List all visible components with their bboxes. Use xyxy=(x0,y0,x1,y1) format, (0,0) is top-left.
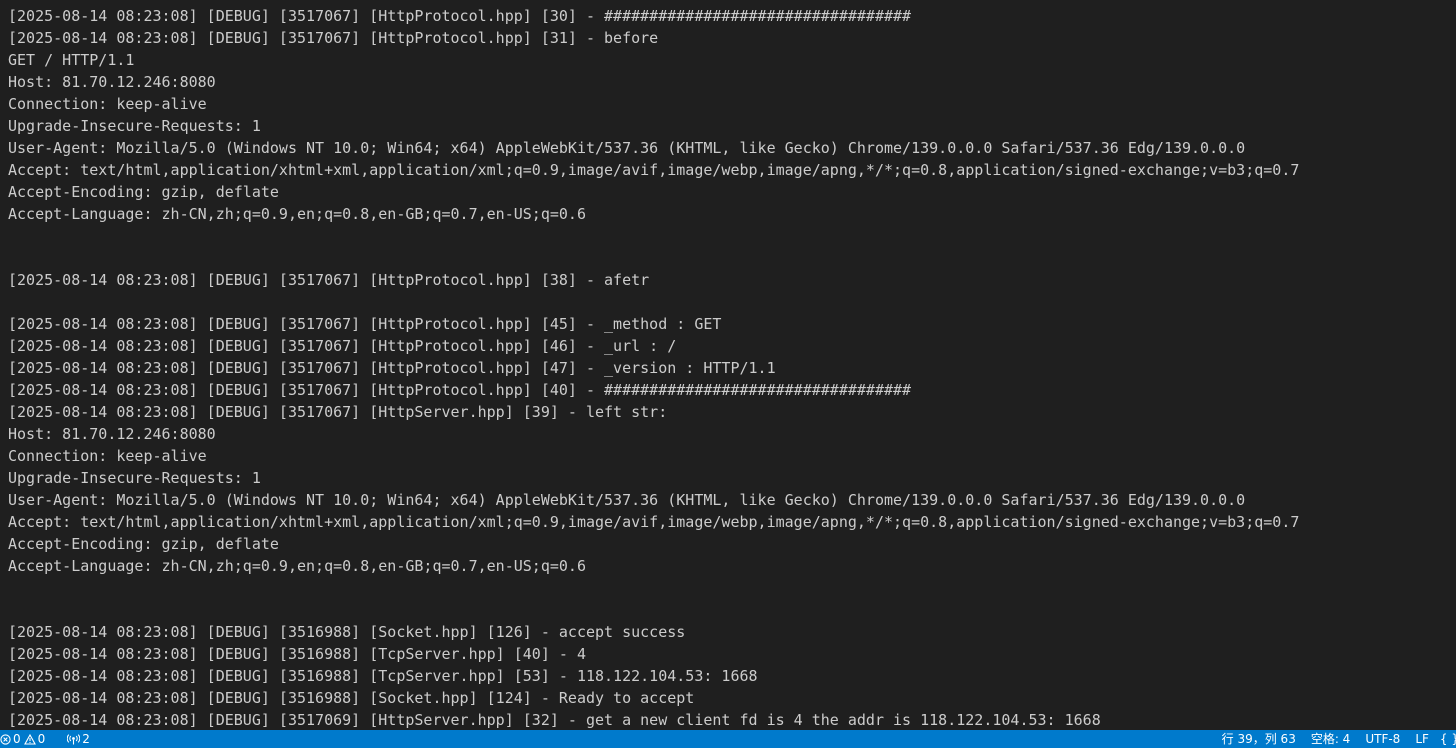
indentation-selector[interactable]: 空格: 4 xyxy=(1306,730,1361,748)
terminal-line: [2025-08-14 08:23:08] [DEBUG] [3517067] … xyxy=(8,7,912,25)
problems-indicator[interactable]: 0 0 xyxy=(0,730,50,748)
status-bar-right: 行 39，列 63 空格: 4 UTF-8 LF { } xyxy=(1217,730,1456,748)
terminal-line: Accept-Language: zh-CN,zh;q=0.9,en;q=0.8… xyxy=(8,205,586,223)
terminal-line: [2025-08-14 08:23:08] [DEBUG] [3517067] … xyxy=(8,337,677,355)
status-bar: 0 0 2 行 39，列 63 空格: 4 UTF-8 LF { xyxy=(0,730,1456,748)
braces-icon: { } xyxy=(1439,732,1456,746)
terminal-line: [2025-08-14 08:23:08] [DEBUG] [3516988] … xyxy=(8,623,686,641)
terminal-line: Accept: text/html,application/xhtml+xml,… xyxy=(8,161,1300,179)
terminal-line: Accept-Encoding: gzip, deflate xyxy=(8,183,279,201)
warnings-count: 0 xyxy=(37,732,46,746)
errors-count: 0 xyxy=(13,732,21,746)
terminal-line: [2025-08-14 08:23:08] [DEBUG] [3516988] … xyxy=(8,689,695,707)
terminal-line: Accept-Encoding: gzip, deflate xyxy=(8,535,279,553)
cursor-position[interactable]: 行 39，列 63 xyxy=(1217,730,1306,748)
terminal-line: Host: 81.70.12.246:8080 xyxy=(8,73,216,91)
encoding-selector[interactable]: UTF-8 xyxy=(1360,730,1410,748)
terminal-line: [2025-08-14 08:23:08] [DEBUG] [3517067] … xyxy=(8,403,668,421)
eol-selector[interactable]: LF xyxy=(1410,730,1435,748)
ports-count: 2 xyxy=(82,732,90,746)
status-bar-left: 0 0 2 xyxy=(0,730,95,748)
terminal-line: User-Agent: Mozilla/5.0 (Windows NT 10.0… xyxy=(8,139,1246,157)
terminal-line: Accept: text/html,application/xhtml+xml,… xyxy=(8,513,1300,531)
broadcast-icon xyxy=(67,733,81,745)
terminal-output[interactable]: [2025-08-14 08:23:08] [DEBUG] [3517067] … xyxy=(8,5,1456,730)
error-circle-icon xyxy=(0,733,11,745)
terminal-line: Connection: keep-alive xyxy=(8,447,207,465)
warning-triangle-icon xyxy=(23,733,36,745)
terminal-line: Host: 81.70.12.246:8080 xyxy=(8,425,216,443)
terminal-line: Connection: keep-alive xyxy=(8,95,207,113)
terminal-line: [2025-08-14 08:23:08] [DEBUG] [3517069] … xyxy=(8,711,1101,729)
terminal-line: User-Agent: Mozilla/5.0 (Windows NT 10.0… xyxy=(8,491,1246,509)
terminal-line: Upgrade-Insecure-Requests: 1 xyxy=(8,469,261,487)
terminal-line: [2025-08-14 08:23:08] [DEBUG] [3516988] … xyxy=(8,645,586,663)
terminal-line: GET / HTTP/1.1 xyxy=(8,51,135,69)
terminal-line: Accept-Language: zh-CN,zh;q=0.9,en;q=0.8… xyxy=(8,557,586,575)
terminal-line: [2025-08-14 08:23:08] [DEBUG] [3517067] … xyxy=(8,381,912,399)
terminal-line: [2025-08-14 08:23:08] [DEBUG] [3517067] … xyxy=(8,29,659,47)
language-mode-selector[interactable]: { } xyxy=(1435,730,1456,748)
ports-indicator[interactable]: 2 xyxy=(62,730,95,748)
terminal-line: [2025-08-14 08:23:08] [DEBUG] [3517067] … xyxy=(8,315,722,333)
terminal-panel[interactable]: [2025-08-14 08:23:08] [DEBUG] [3517067] … xyxy=(0,0,1456,730)
terminal-line: [2025-08-14 08:23:08] [DEBUG] [3517067] … xyxy=(8,271,650,289)
terminal-line: [2025-08-14 08:23:08] [DEBUG] [3517067] … xyxy=(8,359,776,377)
terminal-line: Upgrade-Insecure-Requests: 1 xyxy=(8,117,261,135)
terminal-line: [2025-08-14 08:23:08] [DEBUG] [3516988] … xyxy=(8,667,758,685)
